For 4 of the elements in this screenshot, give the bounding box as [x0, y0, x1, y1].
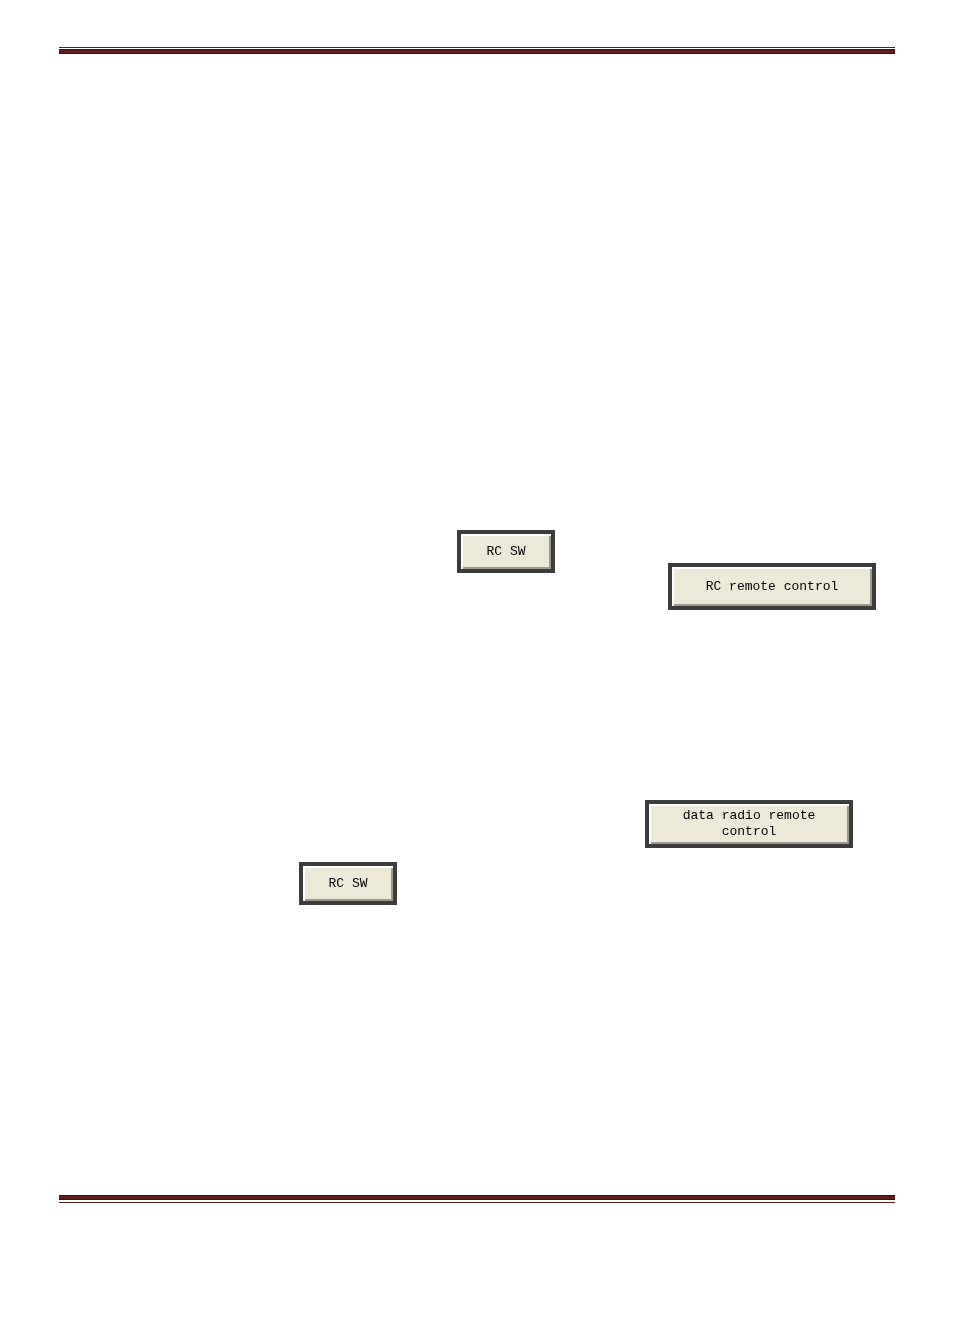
rc-switch-button[interactable]: RC SW [299, 862, 397, 905]
rc-switch-button[interactable]: RC SW [457, 530, 555, 573]
rc-remote-control-button[interactable]: RC remote control [668, 563, 876, 610]
data-radio-remote-control-button[interactable]: data radio remote control [645, 800, 853, 848]
